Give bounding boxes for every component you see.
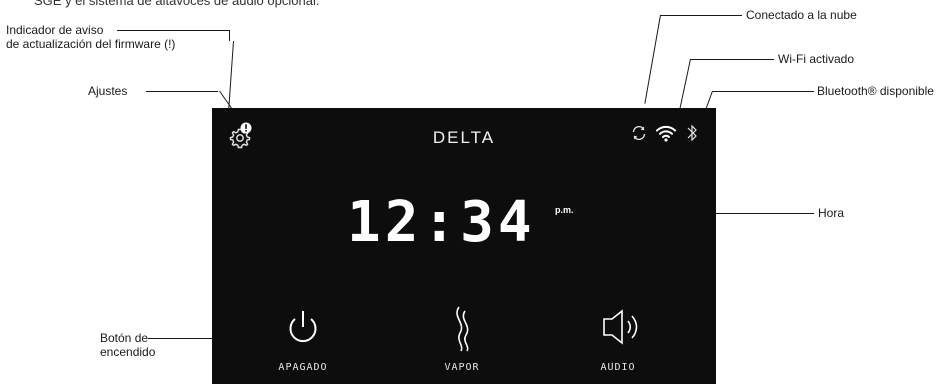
callout-settings: Ajustes — [88, 84, 128, 98]
leader-wifi-d — [679, 58, 691, 110]
steam-button-label: VAPOR — [444, 362, 480, 373]
callout-wifi: Wi-Fi activado — [778, 52, 855, 66]
steam-button[interactable]: VAPOR — [412, 305, 512, 380]
bluetooth-icon — [687, 124, 697, 142]
power-button-label: APAGADO — [278, 362, 328, 373]
device-display-panel: DELTA 12:34 p.m. APAGADO VAPOR AUDIO — [212, 108, 716, 384]
leader-settings-h — [146, 91, 218, 92]
callout-time: Hora — [818, 206, 845, 220]
power-button[interactable]: APAGADO — [253, 305, 353, 380]
leader-firmware-h — [117, 30, 229, 31]
leader-cloud-h — [660, 15, 742, 16]
leader-bluetooth-h — [712, 91, 814, 92]
leader-time — [716, 213, 814, 214]
steam-icon — [456, 306, 469, 352]
callout-cloud: Conectado a la nube — [746, 8, 857, 22]
callout-firmware-update: Indicador de aviso de actualización del … — [6, 23, 176, 51]
leader-cloud-d — [644, 14, 661, 104]
cropped-caption: SGE y el sistema de altavoces de audio o… — [34, 0, 320, 8]
speaker-icon — [603, 309, 638, 345]
am-pm-indicator: p.m. — [555, 205, 574, 215]
leader-power — [148, 338, 212, 339]
sync-icon — [632, 125, 646, 141]
leader-firmware-v — [229, 30, 230, 41]
callout-bluetooth: Bluetooth® disponible — [817, 84, 934, 98]
leader-firmware-d — [227, 40, 234, 113]
audio-button-label: AUDIO — [600, 362, 636, 373]
audio-button[interactable]: AUDIO — [568, 305, 668, 380]
wifi-icon — [656, 125, 676, 142]
time-display: 12:34 — [347, 190, 536, 255]
power-icon — [289, 311, 317, 343]
leader-wifi-h — [690, 59, 774, 60]
callout-power-button: Botón de encendido — [100, 331, 156, 359]
